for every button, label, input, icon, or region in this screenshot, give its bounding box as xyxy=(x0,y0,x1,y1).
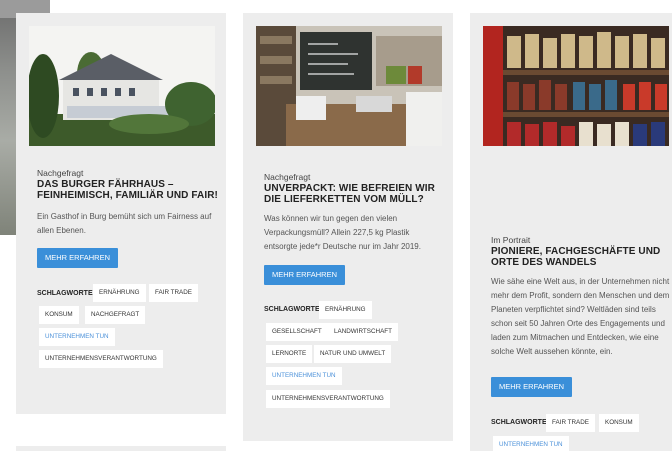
tag-fair-trade[interactable]: FAIR TRADE xyxy=(546,414,595,432)
card-description: Was können wir tun gegen den vielen Verp… xyxy=(264,214,421,251)
card-description: Ein Gasthof in Burg bemüht sich um Fairn… xyxy=(37,212,212,235)
card-image-unverpackt[interactable] xyxy=(256,26,442,146)
card-image-faehrhaus[interactable] xyxy=(29,26,215,146)
tag-gesellschaft[interactable]: GESELLSCHAFT xyxy=(266,323,328,341)
tag-lernorte[interactable]: LERNORTE xyxy=(266,345,313,363)
article-card-faehrhaus: Nachgefragt DAS BURGER FÄHRHAUS – FEINHE… xyxy=(16,13,226,414)
article-card-pioniere: Im Portrait PIONIERE, FACHGESCHÄFTE UND … xyxy=(470,13,672,454)
tag-ernaehrung[interactable]: ERNÄHRUNG xyxy=(93,284,146,302)
tag-natur-und-umwelt[interactable]: NATUR UND UMWELT xyxy=(314,345,392,363)
tag-ernaehrung[interactable]: ERNÄHRUNG xyxy=(319,301,372,319)
tag-unternehmen-tun[interactable]: UNTERNEHMEN TUN xyxy=(493,436,569,454)
article-card-unverpackt: Nachgefragt UNVERPACKT: WIE BEFREIEN WIR… xyxy=(243,13,453,441)
more-info-button[interactable]: MEHR ERFAHREN xyxy=(491,377,573,397)
tags-label: SCHLAGWORTE: xyxy=(491,419,549,426)
next-card-edge xyxy=(16,446,226,451)
tag-unternehmensverantwortung[interactable]: UNTERNEHMENSVERANTWORTUNG xyxy=(266,390,390,408)
tag-unternehmen-tun[interactable]: UNTERNEHMEN TUN xyxy=(39,328,115,346)
more-info-button[interactable]: MEHR ERFAHREN xyxy=(264,265,346,285)
card-title[interactable]: UNVERPACKT: WIE BEFREIEN WIR DIE LIEFERK… xyxy=(264,183,454,205)
card-title[interactable]: DAS BURGER FÄHRHAUS – FEINHEIMISCH, FAMI… xyxy=(37,179,227,201)
card-kicker: Nachgefragt xyxy=(37,168,84,178)
tag-konsum[interactable]: KONSUM xyxy=(39,306,79,324)
tag-landwirtschaft[interactable]: LANDWIRTSCHAFT xyxy=(328,323,398,341)
tags-label: SCHLAGWORTE: xyxy=(37,290,95,297)
card-kicker: Nachgefragt xyxy=(264,172,311,182)
card-kicker: Im Portrait xyxy=(491,235,531,245)
more-info-button[interactable]: MEHR ERFAHREN xyxy=(37,248,119,268)
tag-unternehmen-tun[interactable]: UNTERNEHMEN TUN xyxy=(266,367,342,385)
card-title[interactable]: PIONIERE, FACHGESCHÄFTE UND ORTE DES WAN… xyxy=(491,246,672,268)
tag-fair-trade[interactable]: FAIR TRADE xyxy=(149,284,198,302)
tag-konsum[interactable]: KONSUM xyxy=(599,414,639,432)
tags-label: SCHLAGWORTE: xyxy=(264,306,322,313)
card-image-weltladen[interactable] xyxy=(483,26,669,146)
tag-unternehmensverantwortung[interactable]: UNTERNEHMENSVERANTWORTUNG xyxy=(39,350,163,368)
card-description: Wie sähe eine Welt aus, in der Unternehm… xyxy=(491,277,670,356)
tag-nachgefragt[interactable]: NACHGEFRAGT xyxy=(85,306,146,324)
